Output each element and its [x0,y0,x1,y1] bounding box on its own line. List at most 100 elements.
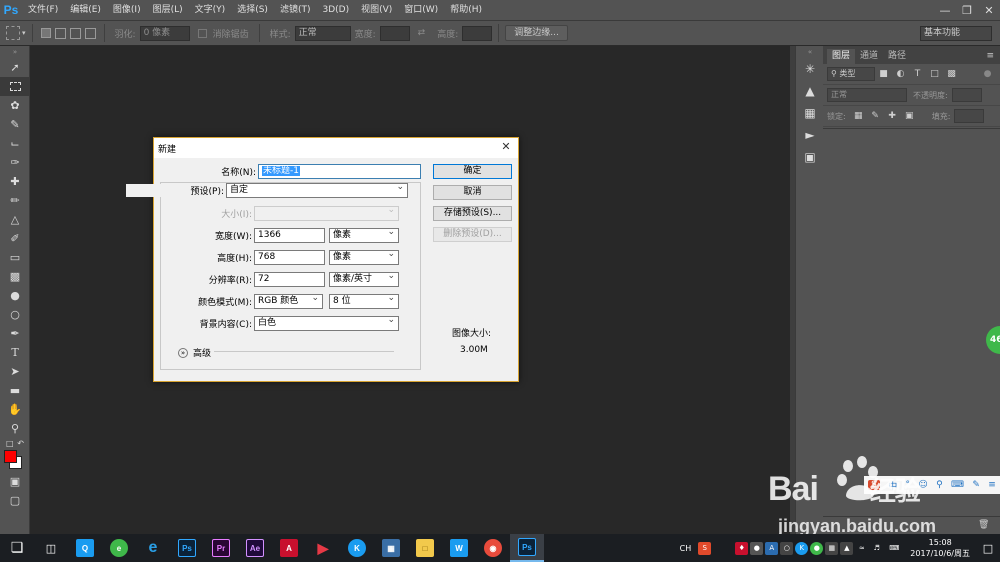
resolution-unit-select[interactable]: 像素/英寸 [329,270,399,287]
marquee-tool-icon[interactable] [0,77,30,96]
taskbar-app-360[interactable]: e [102,534,136,562]
tray-app-icon[interactable]: ♦ [735,541,749,555]
tray-app-icon[interactable]: ▦ [825,541,839,555]
tray-app-icon[interactable]: K [795,541,809,555]
menu-3d[interactable]: 3D(D) [316,0,355,20]
shape-filter-icon[interactable]: □ [929,69,940,80]
tab-channels[interactable]: 通道 [855,49,883,64]
lock-transparent-icon[interactable]: ▦ [853,111,864,122]
menu-type[interactable]: 文字(Y) [189,0,232,20]
taskbar-app-calc[interactable]: ▦ [374,534,408,562]
color-swatches[interactable] [0,448,30,472]
menu-window[interactable]: 窗口(W) [398,0,444,20]
menu-image[interactable]: 图像(I) [107,0,147,20]
move-tool-icon[interactable]: ➚ [0,58,30,77]
notifications-icon[interactable]: □ [977,542,999,555]
history-icon[interactable]: ▦ [796,102,824,124]
fill-input[interactable] [954,109,985,123]
height-unit-select[interactable]: 像素 [329,248,399,265]
taskbar-app-k[interactable]: K [340,534,374,562]
layer-kind-filter[interactable]: ⚲ 类型 [827,67,875,81]
taskbar-app-premiere[interactable]: Pr [204,534,238,562]
eyedropper-tool-icon[interactable]: ✑ [0,153,30,172]
menu-file[interactable]: 文件(F) [22,0,64,20]
menu-view[interactable]: 视图(V) [355,0,398,20]
clone-stamp-tool-icon[interactable]: △ [0,210,30,229]
dialog-close-icon[interactable]: ✕ [500,141,512,153]
brush-tool-icon[interactable]: ✏ [0,191,30,210]
menu-filter[interactable]: 滤镜(T) [274,0,317,20]
clock[interactable]: 15:08 2017/10/6/周五 [910,537,970,559]
width-input[interactable]: 1366 [254,228,325,243]
close-icon[interactable]: ✕ [978,0,1000,20]
bit-depth-select[interactable]: 8 位 [329,292,399,309]
intersect-selection-icon[interactable] [84,27,96,39]
type-filter-icon[interactable]: T [912,69,923,80]
taskbar-app-media[interactable]: ▶ [306,534,340,562]
3d-icon[interactable]: ▣ [796,146,824,168]
taskbar-app-photoshop-active[interactable]: Ps [510,534,544,562]
restore-icon[interactable]: ❐ [956,0,978,20]
menu-help[interactable]: 帮助(H) [444,0,488,20]
gradient-tool-icon[interactable]: ▩ [0,267,30,286]
new-selection-icon[interactable] [40,28,51,38]
tray-app-icon[interactable]: ○ [780,541,794,555]
panel-collapse-icon[interactable]: » [0,46,30,58]
blur-tool-icon[interactable]: ● [0,286,30,305]
opacity-input[interactable] [951,88,982,102]
histogram-icon[interactable]: ▲ [796,80,824,102]
task-view-button[interactable]: ◫ [34,534,68,562]
subtract-selection-icon[interactable] [69,27,81,39]
skin-icon[interactable]: ✎ [972,480,980,490]
sogou-tray-icon[interactable]: S [698,541,712,555]
menu-layer[interactable]: 图层(L) [147,0,189,20]
taskbar-app-aftereffects[interactable]: Ae [238,534,272,562]
taskbar-app-chrome[interactable]: ◉ [476,534,510,562]
adjustment-filter-icon[interactable]: ◐ [895,69,906,80]
resolution-input[interactable]: 72 [254,272,325,287]
rectangle-tool-icon[interactable]: ▬ [0,381,30,400]
lasso-tool-icon[interactable]: ✿ [0,96,30,115]
tray-app-icon[interactable]: ● [810,541,824,555]
refine-edge-button[interactable]: 调整边缘... [505,25,568,41]
eraser-tool-icon[interactable]: ▭ [0,248,30,267]
keyboard-icon[interactable]: ⌨ [885,542,903,555]
taskbar-app-autocad[interactable]: A [272,534,306,562]
lock-pixels-icon[interactable]: ✎ [870,111,881,122]
color-mode-select[interactable]: RGB 颜色 [254,292,323,309]
marquee-preset-icon[interactable] [6,26,20,40]
workspace-select[interactable]: 基本功能 [920,26,992,41]
taskbar-app-wps[interactable]: W [442,534,476,562]
width-unit-select[interactable]: 像素 [329,226,399,243]
name-input[interactable]: 未标题-1 [258,164,421,179]
menu-select[interactable]: 选择(S) [231,0,274,20]
start-button[interactable]: ❏ [0,534,34,562]
width-input[interactable] [379,25,410,41]
advanced-toggle[interactable]: » 高级 [178,346,211,359]
tab-paths[interactable]: 路径 [883,49,911,64]
add-selection-icon[interactable] [54,27,66,39]
history-brush-tool-icon[interactable]: ✐ [0,229,30,248]
minimize-icon[interactable]: — [934,0,956,20]
blend-mode-select[interactable]: 正常 [827,88,907,102]
quick-mask-icon[interactable]: ▣ [0,472,30,491]
tools-icon[interactable]: ≡ [988,480,996,490]
lock-position-icon[interactable]: ✚ [887,111,898,122]
voice-icon[interactable]: ⚲ [936,480,943,490]
swap-colors-icon[interactable]: □ ↶ [0,438,30,448]
wifi-icon[interactable]: ≈ [855,542,868,555]
dodge-tool-icon[interactable]: ○ [0,305,30,324]
background-select[interactable]: 白色 [254,314,399,331]
swap-icon[interactable]: ⇄ [418,28,426,38]
delete-layer-icon[interactable]: 🗑 [978,520,989,531]
path-selection-tool-icon[interactable]: ➤ [0,362,30,381]
preset-select[interactable]: 自定 [226,181,408,198]
height-input[interactable] [462,25,493,41]
panel-menu-icon[interactable]: ≡ [986,49,1000,64]
pen-tool-icon[interactable]: ✒ [0,324,30,343]
taskbar-app-explorer[interactable]: □ [408,534,442,562]
dock-collapse-icon[interactable]: « [796,46,824,58]
filter-toggle-icon[interactable]: ● [982,69,993,80]
height-input[interactable]: 768 [254,250,325,265]
type-tool-icon[interactable]: T [0,343,30,362]
